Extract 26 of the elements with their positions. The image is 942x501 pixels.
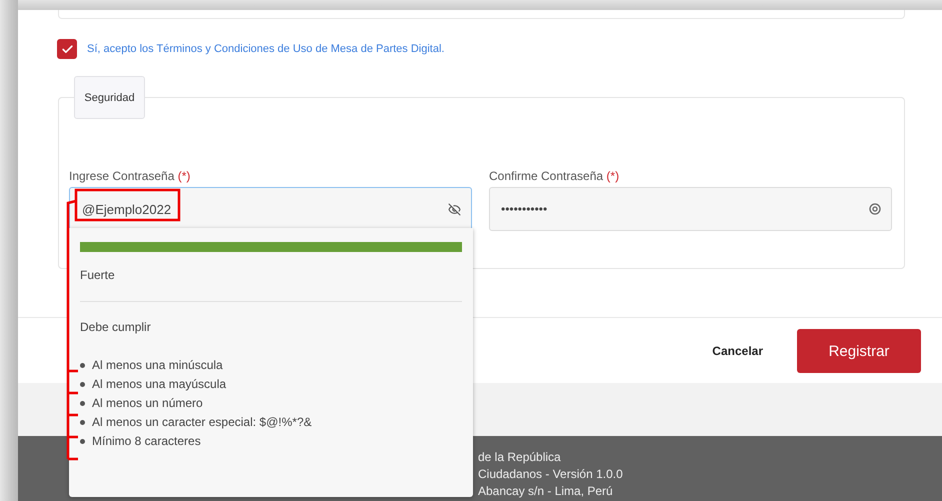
rule-text: Al menos un número <box>92 396 203 410</box>
cancel-button[interactable]: Cancelar <box>708 340 767 362</box>
strength-label: Fuerte <box>80 268 116 282</box>
rules-title: Debe cumplir <box>80 320 152 334</box>
password-field[interactable]: ••••••••••• <box>489 187 892 231</box>
eye-off-icon[interactable] <box>448 202 461 216</box>
bullet-icon <box>80 362 85 368</box>
footer-text: Abancay s/n - Lima, Perú <box>478 484 614 498</box>
bullet-icon <box>80 438 85 444</box>
field-label: Confirme Contraseña (*) <box>489 169 620 183</box>
rule-text: Al menos una mayúscula <box>92 377 226 391</box>
eye-icon[interactable] <box>869 203 881 215</box>
bullet-icon <box>80 420 85 424</box>
check-icon <box>60 42 74 56</box>
rule-text: Mínimo 8 caracteres <box>92 434 201 448</box>
rule-text: Al menos una minúscula <box>92 358 223 372</box>
register-button[interactable]: Registrar <box>797 329 921 373</box>
terms-link[interactable]: Sí, acepto los Términos y Condiciones de Uso de Mesa de Partes Digital. <box>87 43 444 55</box>
bullet-icon <box>80 382 85 386</box>
footer-text: de la República <box>478 450 562 464</box>
section-legend: Seguridad <box>74 76 145 119</box>
footer-text: Ciudadanos - Versión 1.0.0 <box>478 467 624 481</box>
bullet-icon <box>80 400 85 406</box>
terms-checkbox[interactable] <box>57 39 77 59</box>
field-label: Ingrese Contraseña (*) <box>69 169 192 183</box>
rule-text: Al menos un caracter especial: $@!%*?& <box>92 415 312 429</box>
